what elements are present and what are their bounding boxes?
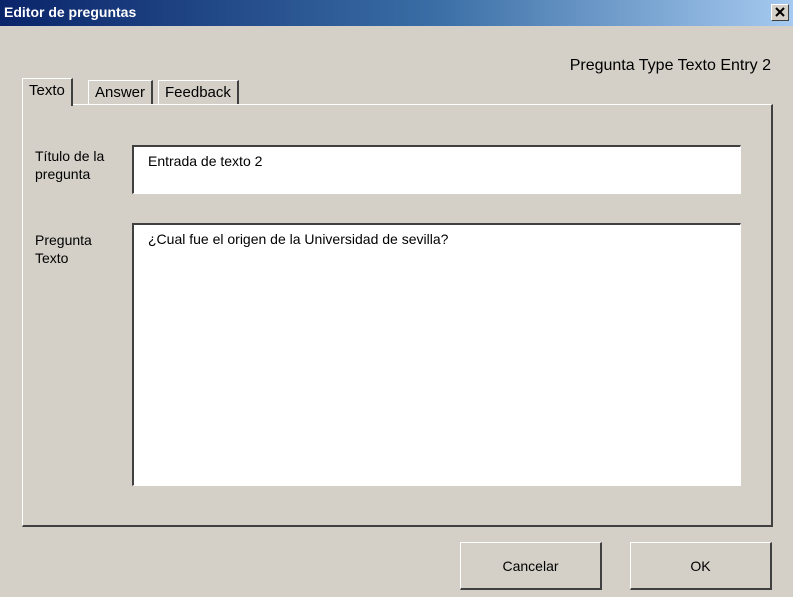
question-type-label: Pregunta Type Texto Entry 2 bbox=[569, 57, 771, 74]
title-bar[interactable]: Editor de preguntas bbox=[0, 0, 793, 26]
question-title-label: Título de la pregunta bbox=[35, 147, 125, 183]
window-title: Editor de preguntas bbox=[4, 4, 137, 20]
question-title-field[interactable]: Entrada de texto 2 bbox=[132, 145, 741, 194]
question-text-label-line1: Pregunta bbox=[35, 232, 92, 248]
question-text-area[interactable]: ¿Cual fue el origen de la Universidad de… bbox=[132, 223, 741, 486]
close-icon bbox=[775, 7, 785, 17]
tab-panel-texto: Título de la pregunta Entrada de texto 2… bbox=[22, 104, 773, 527]
tab-answer[interactable]: Answer bbox=[88, 80, 154, 104]
ok-button[interactable]: OK bbox=[630, 542, 772, 590]
question-title-label-line1: Título de la bbox=[35, 148, 105, 164]
cancel-button[interactable]: Cancelar bbox=[460, 542, 602, 590]
question-title-label-line2: pregunta bbox=[35, 166, 91, 182]
question-text-label: Pregunta Texto bbox=[35, 231, 125, 267]
tab-feedback[interactable]: Feedback bbox=[158, 80, 239, 104]
close-button[interactable] bbox=[771, 4, 789, 21]
question-text-label-line2: Texto bbox=[35, 250, 69, 266]
dialog-window: Editor de preguntas Pregunta Type Texto … bbox=[0, 0, 793, 597]
tab-texto[interactable]: Texto bbox=[22, 78, 73, 106]
